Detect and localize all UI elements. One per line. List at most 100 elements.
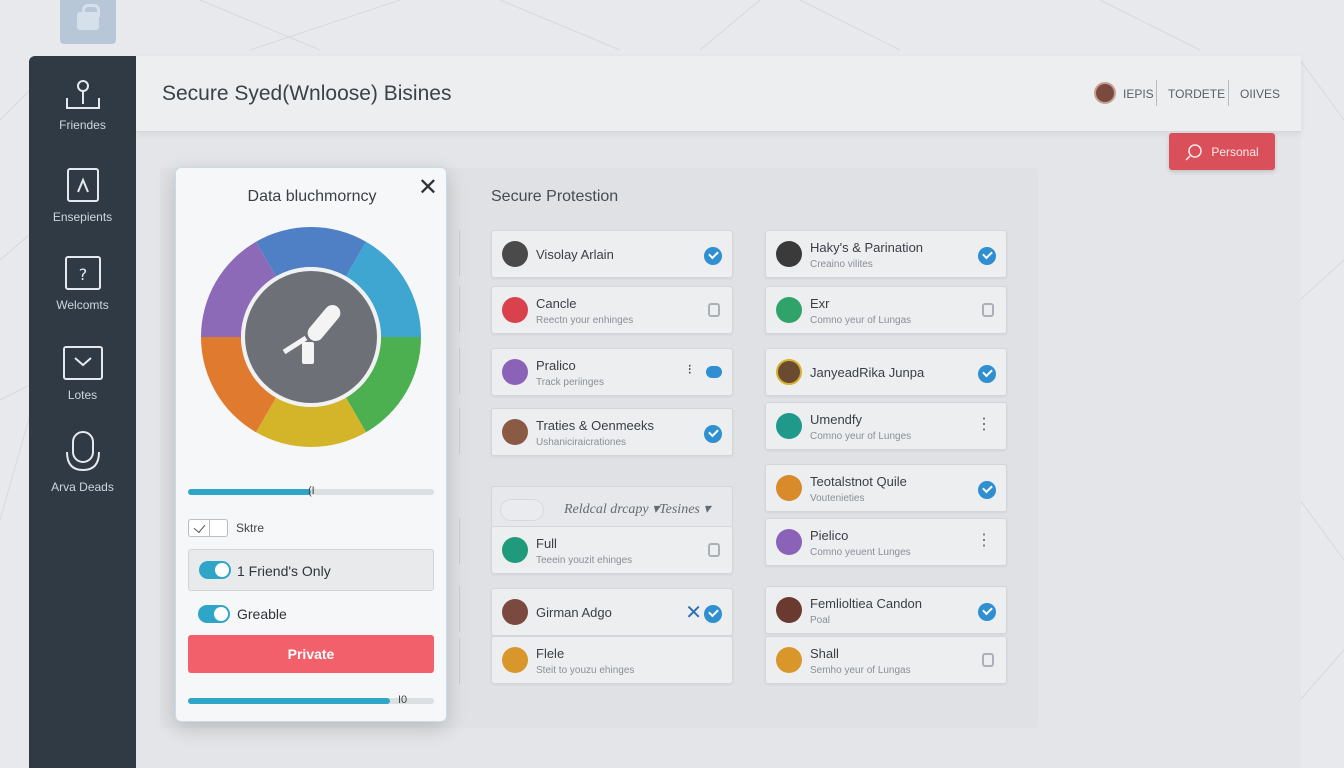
toggle-label: Greable bbox=[237, 606, 287, 622]
app-icon bbox=[776, 297, 802, 323]
item-subtitle: Teeein youzit ehinges bbox=[536, 555, 633, 566]
microphone-icon bbox=[65, 431, 100, 472]
list-item[interactable]: Pielico Comno yeuent Lunges ⋮ bbox=[765, 518, 1007, 566]
slider-2[interactable]: I0 bbox=[188, 694, 434, 706]
item-title: Full bbox=[536, 536, 557, 551]
list-item[interactable]: Umendfy Comno yeur of Lunges ⋮ bbox=[765, 402, 1007, 450]
avatar bbox=[776, 359, 802, 385]
lock-icon[interactable] bbox=[708, 543, 720, 557]
page-title: Secure Syed(Wnloose) Bisines bbox=[162, 82, 452, 105]
checkbox-label: Sktre bbox=[236, 521, 265, 535]
app-icon bbox=[776, 647, 802, 673]
list-item[interactable]: Femlioltiea Candon Poal bbox=[765, 586, 1007, 634]
list-item[interactable]: Teotalstnot Quile Voutenieties bbox=[765, 464, 1007, 512]
header-link-2[interactable]: TORDETE bbox=[1168, 87, 1225, 101]
sidebar-item-label: Lotes bbox=[67, 388, 98, 402]
sidebar-item-label: Welcomts bbox=[56, 298, 109, 312]
item-title: Exr bbox=[810, 296, 830, 311]
check-icon[interactable] bbox=[704, 425, 722, 443]
list-item[interactable]: Cancle Reectn your enhinges bbox=[491, 286, 733, 334]
item-subtitle: Comno yeur of Lungas bbox=[810, 315, 912, 326]
lock-icon[interactable] bbox=[982, 653, 994, 667]
list-item[interactable]: Visolay Arlain bbox=[491, 230, 733, 278]
toggle-pill[interactable] bbox=[500, 499, 544, 521]
lock-icon[interactable] bbox=[708, 303, 720, 317]
list-item[interactable]: JanyeadRika Junpa bbox=[765, 348, 1007, 396]
toggle-switch[interactable] bbox=[199, 561, 231, 579]
list-item[interactable]: Shall Semho yeur of Lungas bbox=[765, 636, 1007, 684]
sidebar-item-label: Arva Deads bbox=[51, 480, 114, 494]
avatar bbox=[502, 419, 528, 445]
list-item[interactable]: Exr Comno yeur of Lungas bbox=[765, 286, 1007, 334]
header: Secure Syed(Wnloose) Bisines IEPIS TORDE… bbox=[136, 56, 1301, 132]
more-icon[interactable]: ⋮ bbox=[976, 533, 992, 549]
warning-icon bbox=[502, 297, 528, 323]
app-logo bbox=[60, 0, 116, 44]
sidebar-item-friendes[interactable]: Friendes bbox=[29, 78, 136, 132]
sidebar-item-lotes[interactable]: Lotes bbox=[29, 346, 136, 402]
more-icon[interactable]: ⋮ bbox=[976, 417, 992, 433]
list-item[interactable]: Traties & Oenmeeks Ushaniciraicrationes bbox=[491, 408, 733, 456]
list-item[interactable]: Girman Adgo ✕ bbox=[491, 588, 733, 636]
check-icon[interactable] bbox=[704, 605, 722, 623]
pin-icon bbox=[65, 80, 100, 109]
close-icon[interactable]: ✕ bbox=[685, 600, 702, 625]
item-subtitle: Voutenieties bbox=[810, 493, 865, 504]
item-title: Teotalstnot Quile bbox=[810, 474, 907, 489]
shield-icon bbox=[502, 537, 528, 563]
sidebar-item-ensepients[interactable]: Ensepients bbox=[29, 168, 136, 224]
toggle-icon[interactable] bbox=[706, 366, 722, 378]
help-icon: ? bbox=[64, 256, 101, 290]
list-item[interactable]: Flele Steit to youzu ehinges bbox=[491, 636, 733, 684]
check-icon[interactable] bbox=[978, 247, 996, 265]
check-icon[interactable] bbox=[978, 481, 996, 499]
item-title: Umendfy bbox=[810, 412, 863, 427]
avatar bbox=[776, 241, 802, 267]
privacy-donut-chart bbox=[201, 227, 421, 447]
item-subtitle: Creaino vilites bbox=[810, 259, 873, 270]
toggle-label: 1 Friend's Only bbox=[237, 563, 331, 579]
check-icon[interactable] bbox=[978, 365, 996, 383]
item-title: Cancle bbox=[536, 296, 577, 311]
inbox-icon bbox=[62, 346, 103, 380]
item-subtitle: Track periinges bbox=[536, 377, 604, 388]
header-link-3[interactable]: OIIVES bbox=[1240, 87, 1280, 101]
section-title: Secure Protestion bbox=[491, 188, 619, 205]
slider-handle[interactable]: I0 bbox=[398, 694, 407, 706]
check-icon[interactable] bbox=[704, 247, 722, 265]
list-item[interactable]: Haky's & Parination Creaino vilites bbox=[765, 230, 1007, 278]
app-icon bbox=[776, 529, 802, 555]
toggle-switch[interactable] bbox=[198, 605, 230, 623]
item-title: Visolay Arlain bbox=[536, 247, 614, 262]
slider-1[interactable]: (I bbox=[188, 485, 434, 497]
private-button[interactable]: Private bbox=[188, 635, 434, 673]
item-subtitle: Comno yeuent Lunges bbox=[810, 547, 911, 558]
svg-text:?: ? bbox=[78, 265, 87, 284]
item-subtitle: Poal bbox=[810, 615, 831, 626]
dropdown-label[interactable]: Reldcal drcapy ▾Tesines ▾ bbox=[564, 501, 710, 518]
slider-handle[interactable]: (I bbox=[308, 485, 315, 497]
toggle-row-friends-only[interactable]: 1 Friend's Only bbox=[188, 549, 434, 591]
checkbox[interactable] bbox=[188, 519, 228, 537]
app-icon bbox=[502, 359, 528, 385]
lock-icon[interactable] bbox=[982, 303, 994, 317]
warning-icon bbox=[776, 475, 802, 501]
check-icon[interactable] bbox=[978, 603, 996, 621]
personal-button[interactable]: Personal bbox=[1169, 133, 1275, 170]
avatar[interactable] bbox=[1094, 82, 1116, 104]
item-title: JanyeadRika Junpa bbox=[810, 365, 925, 380]
header-link-1[interactable]: IEPIS bbox=[1123, 87, 1154, 101]
sidebar-item-arva-deads[interactable]: Arva Deads bbox=[29, 430, 136, 494]
item-subtitle: Reectn your enhinges bbox=[536, 315, 634, 326]
divider bbox=[1156, 80, 1157, 106]
more-icon[interactable]: ⁝ bbox=[688, 361, 692, 378]
item-title: Flele bbox=[536, 646, 565, 661]
slider-fill bbox=[188, 489, 311, 495]
list-item[interactable]: Full Teeein youzit ehinges bbox=[491, 526, 733, 574]
sidebar: Friendes Ensepients ? Welcomts Lotes Arv… bbox=[29, 56, 136, 768]
close-icon[interactable]: ✕ bbox=[418, 176, 438, 200]
sidebar-item-welcomts[interactable]: ? Welcomts bbox=[29, 256, 136, 312]
item-title: Femlioltiea Candon bbox=[810, 596, 923, 611]
list-item[interactable]: Pralico Track periinges ⁝ bbox=[491, 348, 733, 396]
personal-button-label: Personal bbox=[1211, 144, 1259, 159]
